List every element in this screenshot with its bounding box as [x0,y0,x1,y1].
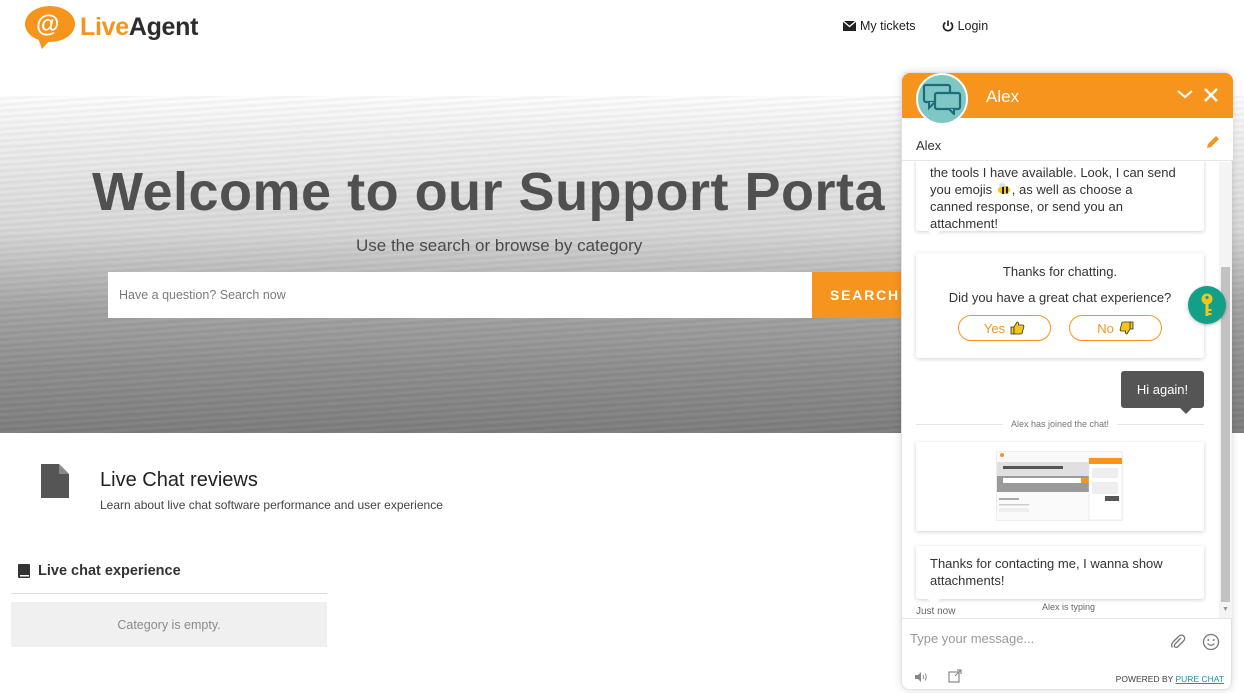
agent-avatar [916,73,968,125]
envelope-icon [843,21,856,31]
logo-live: Live [80,12,129,41]
message-timestamp: Just now [916,606,956,617]
feedback-question: Did you have a great chat experience? [948,290,1172,305]
system-notice: Alex has joined the chat! [916,419,1205,429]
powered-by-text: POWERED BY [1115,674,1176,684]
search-input[interactable] [108,272,812,318]
key-button[interactable] [1188,286,1226,324]
powered-by: POWERED BY PURE CHAT [1116,674,1224,684]
divider [11,593,327,594]
message-text-part: , as well as choose a [1011,182,1133,197]
power-icon [942,20,953,32]
feedback-no-button[interactable]: No [1069,315,1162,341]
message-input[interactable] [910,627,1160,649]
attachment-thumbnail[interactable] [996,451,1123,521]
message-text: you emojis , as well as choose a [930,181,1190,198]
chat-transcript[interactable]: the tools I have available. Look, I can … [902,162,1233,618]
subcategory-heading[interactable]: Live chat experience [18,563,181,579]
bubble-tail [1180,408,1192,414]
chat-widget: Alex Alex the tools I have available. Lo… [901,72,1233,690]
visitor-name-bar: Alex [902,118,1233,161]
category-description: Learn about live chat software performan… [100,498,443,512]
chat-scrollbar[interactable]: ▼ [1219,162,1232,618]
search-bar: SEARCH [108,272,908,318]
pure-chat-link[interactable]: PURE CHAT [1176,674,1225,684]
message-text: the tools I have available. Look, I can … [930,165,1176,180]
logo[interactable]: @ LiveAgent [24,5,198,49]
my-tickets-label: My tickets [860,19,916,33]
logo-agent: Agent [128,12,199,41]
logo-text: LiveAgent [80,13,198,42]
message-composer [902,618,1233,660]
document-icon [41,464,69,498]
message-text: Thanks for contacting me, I wanna show [930,556,1163,571]
bubble-tail [928,599,940,605]
smiley-icon[interactable] [1202,633,1220,651]
feedback-thanks: Thanks for chatting. [1002,264,1118,279]
divider [916,423,1003,425]
search-button[interactable]: SEARCH [812,272,908,318]
scroll-down-arrow-icon[interactable]: ▼ [1222,606,1229,613]
chat-bubbles-icon [922,83,962,115]
chat-footer: POWERED BY PURE CHAT [902,663,1233,689]
attachment-message [916,442,1204,531]
book-icon [18,564,30,578]
thumbs-up-icon [1010,321,1025,335]
feedback-no-label: No [1097,320,1114,336]
message-text: attachments! [930,573,1005,588]
key-icon [1201,293,1213,316]
message-text: attachment! [930,216,998,231]
agent-message: the tools I have available. Look, I can … [916,162,1204,237]
agent-message: Thanks for contacting me, I wanna show a… [916,546,1204,605]
bee-emoji-icon [997,183,1010,194]
feedback-buttons: Yes No [916,315,1204,341]
paperclip-icon[interactable] [1170,633,1186,651]
login-link[interactable]: Login [942,19,989,33]
feedback-card: Thanks for chatting. Did you have a grea… [916,253,1204,358]
thumbs-down-icon [1119,321,1134,335]
bubble-tail [928,231,940,237]
pencil-icon[interactable] [1205,134,1221,150]
divider [1117,423,1205,425]
system-notice-text: Alex has joined the chat! [1010,419,1110,429]
top-nav: My tickets Login [843,19,988,33]
close-icon[interactable] [1203,87,1219,103]
chevron-down-icon[interactable] [1177,88,1193,100]
sound-icon[interactable] [914,671,930,683]
page: @ LiveAgent My tickets Login Welcome to … [0,0,1244,693]
logo-mark-icon: @ [25,6,75,49]
subcategory-label: Live chat experience [38,563,181,579]
chat-agent-name: Alex [986,87,1020,106]
hero-subtitle: Use the search or browse by category [356,236,643,255]
screenshot-preview-icon [997,452,1123,521]
svg-text:@: @ [36,11,59,38]
popout-icon[interactable] [948,669,962,683]
typing-indicator: Alex is typing [1042,602,1096,612]
empty-category-notice: Category is empty. [11,602,327,647]
feedback-yes-label: Yes [983,320,1006,336]
visitor-name: Alex [916,138,942,153]
category-title[interactable]: Live Chat reviews [100,469,258,492]
feedback-yes-button[interactable]: Yes [958,315,1051,341]
login-label: Login [957,19,989,33]
message-text: Hi again! [1136,382,1189,397]
hero-title: Welcome to our Support Porta [92,162,886,222]
message-text-part: you emojis [930,182,996,197]
my-tickets-link[interactable]: My tickets [843,19,916,33]
message-text: canned response, or send you an [930,199,1123,214]
visitor-message: Hi again! [1121,371,1204,414]
scrollbar-thumb[interactable] [1221,267,1230,602]
